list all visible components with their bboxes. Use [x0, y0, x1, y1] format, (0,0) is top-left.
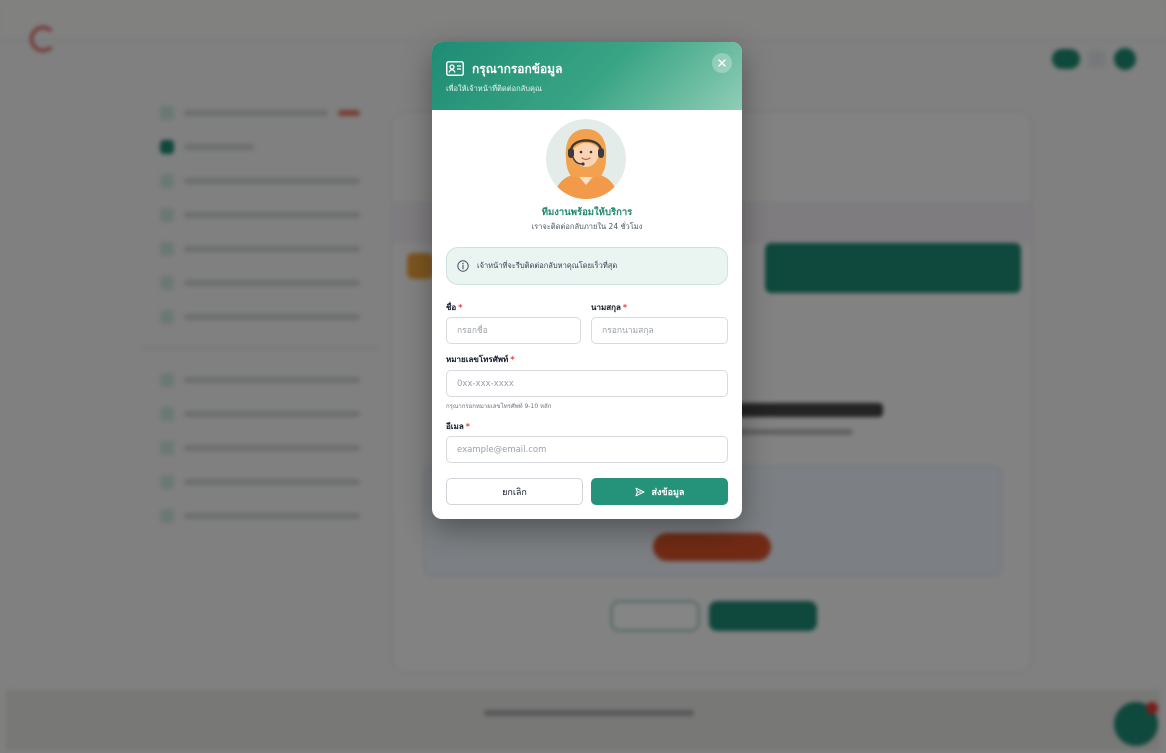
email-label-text: อีเมล [446, 422, 464, 431]
phone-label: หมายเลขโทรศัพท์ * [446, 353, 515, 366]
required-mark: * [465, 422, 470, 431]
email-input[interactable] [446, 436, 728, 463]
send-icon [635, 487, 645, 496]
required-mark: * [622, 303, 628, 312]
required-mark: * [458, 303, 463, 312]
close-button[interactable] [712, 53, 732, 73]
team-subtitle: เราจะติดต่อกลับภายใน 24 ชั่วโมง [531, 222, 643, 231]
modal-subtitle: เพื่อให้เจ้าหน้าที่ติดต่อกลับคุณ [446, 84, 543, 93]
cancel-button[interactable]: ยกเลิก [446, 478, 583, 505]
required-mark: * [510, 355, 515, 364]
contact-modal: กรุณากรอกข้อมูล เพื่อให้เจ้าหน้าที่ติดต่… [432, 42, 742, 519]
phone-input[interactable] [446, 370, 728, 397]
team-title: ทีมงานพร้อมให้บริการ [541, 207, 633, 218]
last-name-input[interactable] [591, 317, 728, 344]
last-name-label-text: นามสกุล [591, 303, 621, 312]
submit-button[interactable]: ส่งข้อมูล [591, 478, 728, 505]
contact-card-icon [446, 61, 464, 76]
first-name-label: ชื่อ * [446, 301, 462, 314]
phone-label-text: หมายเลขโทรศัพท์ [446, 355, 509, 364]
first-name-label-text: ชื่อ [446, 303, 457, 312]
support-agent-avatar [546, 119, 626, 199]
last-name-label: นามสกุล * [591, 301, 627, 314]
modal-header: กรุณากรอกข้อมูล เพื่อให้เจ้าหน้าที่ติดต่… [432, 42, 742, 110]
first-name-input[interactable] [446, 317, 581, 344]
info-text: เจ้าหน้าที่จะรีบติดต่อกลับหาคุณโดยเร็วที… [477, 261, 618, 270]
info-banner: เจ้าหน้าที่จะรีบติดต่อกลับหาคุณโดยเร็วที… [446, 247, 728, 285]
phone-hint: กรุณากรอกหมายเลขโทรศัพท์ 9-10 หลัก [446, 403, 552, 410]
submit-button-label: ส่งข้อมูล [651, 487, 685, 498]
email-label: อีเมล * [446, 420, 470, 433]
close-icon [718, 59, 726, 67]
info-icon [457, 260, 469, 272]
modal-title: กรุณากรอกข้อมูล [472, 62, 563, 76]
